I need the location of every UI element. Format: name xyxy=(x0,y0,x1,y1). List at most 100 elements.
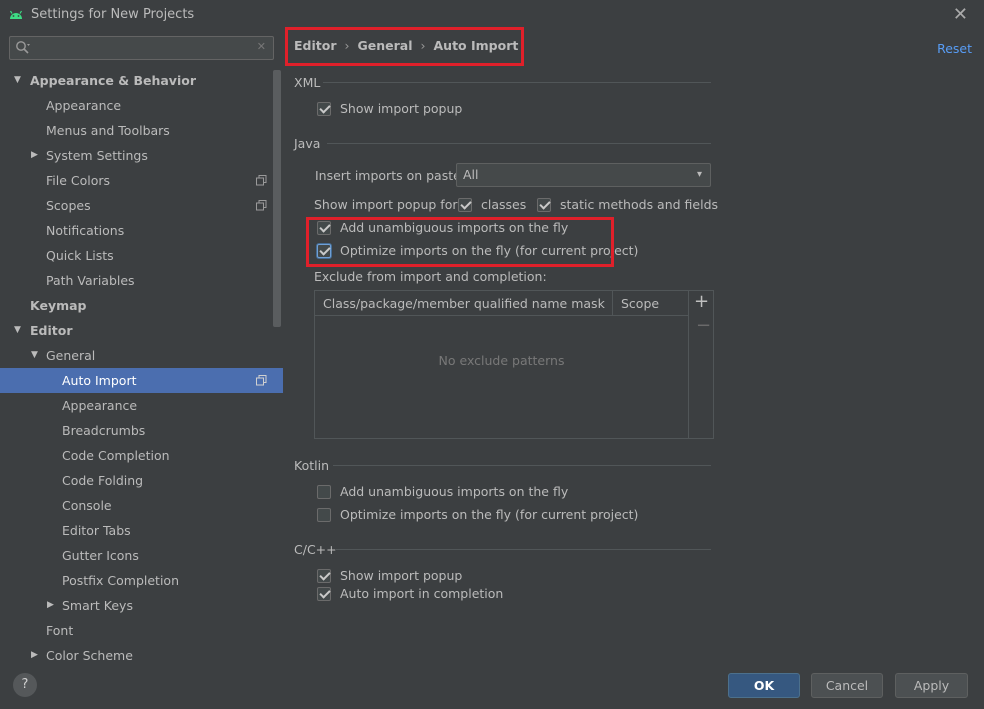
sidebar-item-label: Editor xyxy=(30,323,73,338)
highlight-box-java-options xyxy=(306,217,614,267)
sidebar-item-label: Code Completion xyxy=(62,448,170,463)
section-divider xyxy=(333,465,711,466)
android-app-icon xyxy=(9,10,23,19)
sidebar-item-label: Auto Import xyxy=(62,373,137,388)
sidebar-item-label: Path Variables xyxy=(46,273,135,288)
expanded-arrow-icon[interactable]: ▼ xyxy=(14,318,21,343)
section-divider xyxy=(323,82,711,83)
exclude-label: Exclude from import and completion: xyxy=(314,269,547,284)
sidebar-item-font[interactable]: Font xyxy=(0,618,283,643)
sidebar-item-path-variables[interactable]: Path Variables xyxy=(0,268,283,293)
sidebar-item-label: Breadcrumbs xyxy=(62,423,146,438)
settings-content: Editor › General › Auto Import Reset XML Sho… xyxy=(283,27,984,661)
help-icon[interactable]: ? xyxy=(13,673,37,697)
collapsed-arrow-icon[interactable]: ▶ xyxy=(31,143,38,168)
checkbox-box[interactable] xyxy=(317,569,331,583)
section-divider xyxy=(336,549,711,550)
empty-table-text: No exclude patterns xyxy=(438,353,565,368)
checkbox-box[interactable] xyxy=(537,198,551,212)
sidebar-item-label: Quick Lists xyxy=(46,248,114,263)
close-icon[interactable]: ✕ xyxy=(953,4,968,25)
sidebar-item-notifications[interactable]: Notifications xyxy=(0,218,283,243)
sidebar-item-auto-import[interactable]: Auto Import xyxy=(0,368,283,393)
ok-button[interactable]: OK xyxy=(728,673,800,698)
remove-pattern-icon: − xyxy=(696,315,712,336)
sidebar-item-appearance[interactable]: Appearance xyxy=(0,93,283,118)
exclude-patterns-table: Class/package/member qualified name mask… xyxy=(314,290,714,439)
section-title-java: Java xyxy=(294,136,321,151)
sidebar-item-editor-tabs[interactable]: Editor Tabs xyxy=(0,518,283,543)
checkbox-label: Optimize imports on the fly (for current… xyxy=(340,507,639,522)
sidebar-item-label: Color Scheme xyxy=(46,648,133,661)
sidebar-item-system-settings[interactable]: ▶ System Settings xyxy=(0,143,283,168)
reset-link[interactable]: Reset xyxy=(937,41,972,56)
sidebar-item-general[interactable]: ▼ General xyxy=(0,343,283,368)
sidebar-item-keymap[interactable]: Keymap xyxy=(0,293,283,318)
sidebar-item-label: Editor Tabs xyxy=(62,523,131,538)
table-toolbar-divider xyxy=(688,291,689,438)
sidebar-item-color-scheme[interactable]: ▶ Color Scheme xyxy=(0,643,283,661)
expanded-arrow-icon[interactable]: ▼ xyxy=(31,343,38,368)
sidebar-item-breadcrumbs[interactable]: Breadcrumbs xyxy=(0,418,283,443)
sidebar-item-code-folding[interactable]: Code Folding xyxy=(0,468,283,493)
sidebar-item-gutter-icons[interactable]: Gutter Icons xyxy=(0,543,283,568)
checkbox-label: Show import popup xyxy=(340,101,463,116)
sidebar-item-scopes[interactable]: Scopes xyxy=(0,193,283,218)
sidebar-item-label: System Settings xyxy=(46,148,148,163)
sidebar-item-console[interactable]: Console xyxy=(0,493,283,518)
search-input[interactable] xyxy=(36,39,236,57)
sidebar-item-editor-appearance[interactable]: Appearance xyxy=(0,393,283,418)
project-level-icon xyxy=(256,175,267,186)
sidebar-item-label: Smart Keys xyxy=(62,598,133,613)
project-level-icon xyxy=(256,375,267,386)
chevron-down-icon: ▾ xyxy=(696,169,702,180)
expanded-arrow-icon[interactable]: ▼ xyxy=(14,68,21,93)
checkbox-box[interactable] xyxy=(317,102,331,116)
clear-search-icon[interactable]: ✕ xyxy=(257,40,266,53)
sidebar-item-postfix-completion[interactable]: Postfix Completion xyxy=(0,568,283,593)
column-divider xyxy=(612,291,613,316)
collapsed-arrow-icon[interactable]: ▶ xyxy=(31,643,38,661)
show-popup-for-label: Show import popup for: xyxy=(314,197,462,212)
dropdown-value: All xyxy=(463,167,479,182)
sidebar-item-editor[interactable]: ▼ Editor xyxy=(0,318,283,343)
sidebar-item-label: Appearance xyxy=(62,398,138,413)
sidebar-item-code-completion[interactable]: Code Completion xyxy=(0,443,283,468)
settings-sidebar: ✕ ▼ Appearance & Behavior Appearance Men… xyxy=(0,30,283,661)
checkbox-label: classes xyxy=(481,197,527,212)
sidebar-item-smart-keys[interactable]: ▶ Smart Keys xyxy=(0,593,283,618)
checkbox-label: Show import popup xyxy=(340,568,463,583)
column-header-mask[interactable]: Class/package/member qualified name mask xyxy=(323,296,605,311)
checkbox-box[interactable] xyxy=(458,198,472,212)
sidebar-scrollbar[interactable] xyxy=(273,70,281,327)
collapsed-arrow-icon[interactable]: ▶ xyxy=(47,593,54,618)
sidebar-item-label: Gutter Icons xyxy=(62,548,139,563)
sidebar-item-file-colors[interactable]: File Colors xyxy=(0,168,283,193)
insert-imports-dropdown[interactable]: All ▾ xyxy=(456,163,711,187)
highlight-box-breadcrumb xyxy=(285,27,524,66)
sidebar-item-label: Scopes xyxy=(46,198,91,213)
column-header-scope[interactable]: Scope xyxy=(621,296,659,311)
sidebar-item-label: Menus and Toolbars xyxy=(46,123,170,138)
sidebar-item-label: Appearance & Behavior xyxy=(30,73,196,88)
table-header: Class/package/member qualified name mask… xyxy=(315,291,688,316)
sidebar-item-quick-lists[interactable]: Quick Lists xyxy=(0,243,283,268)
add-pattern-icon[interactable]: + xyxy=(694,291,709,312)
checkbox-box[interactable] xyxy=(317,587,331,601)
search-field[interactable]: ✕ xyxy=(9,36,274,60)
apply-button[interactable]: Apply xyxy=(895,673,968,698)
sidebar-item-menus-toolbars[interactable]: Menus and Toolbars xyxy=(0,118,283,143)
cancel-button[interactable]: Cancel xyxy=(811,673,883,698)
section-title-kotlin: Kotlin xyxy=(294,458,329,473)
title-bar: Settings for New Projects ✕ xyxy=(0,0,984,30)
checkbox-box[interactable] xyxy=(317,508,331,522)
sidebar-item-appearance-behavior[interactable]: ▼ Appearance & Behavior xyxy=(0,68,283,93)
window-title: Settings for New Projects xyxy=(31,7,195,22)
sidebar-item-label: Console xyxy=(62,498,112,513)
section-title-cpp: C/C++ xyxy=(294,542,337,557)
checkbox-box[interactable] xyxy=(317,485,331,499)
project-level-icon xyxy=(256,200,267,211)
dialog-footer: ? OK Cancel Apply xyxy=(0,661,984,709)
section-divider xyxy=(327,143,711,144)
sidebar-item-label: Keymap xyxy=(30,298,87,313)
